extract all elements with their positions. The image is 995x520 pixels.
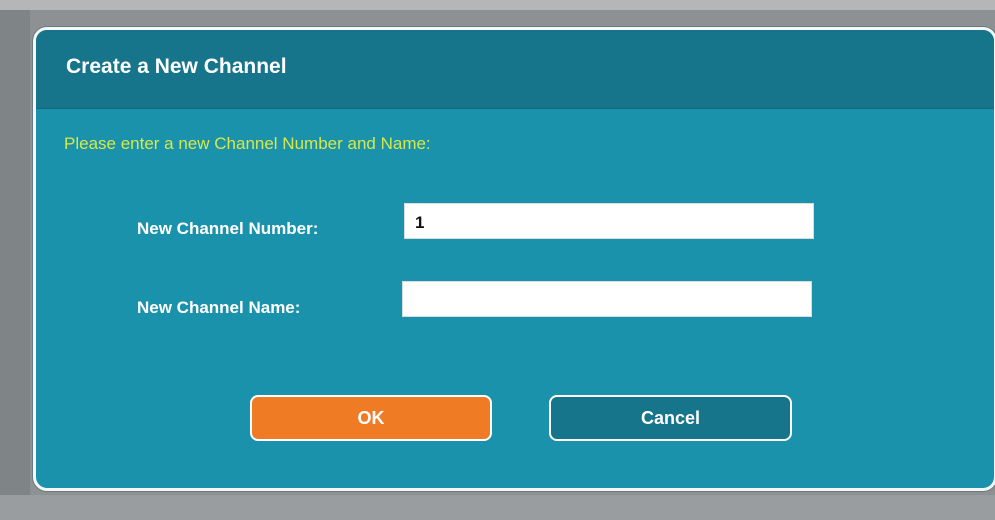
channel-number-label: New Channel Number:: [137, 219, 319, 238]
dialog-titlebar: Create a New Channel: [36, 30, 994, 109]
channel-name-label: New Channel Name:: [137, 298, 301, 317]
dialog-prompt: Please enter a new Channel Number and Na…: [64, 134, 431, 153]
backdrop-bottom-strip: [0, 495, 995, 520]
create-channel-dialog: Create a New Channel Please enter a new …: [33, 27, 995, 491]
ok-button[interactable]: OK: [250, 395, 492, 441]
backdrop-top-strip: [0, 0, 995, 10]
channel-name-input[interactable]: [402, 281, 812, 317]
channel-number-input[interactable]: [404, 203, 814, 239]
backdrop-left-panel: [0, 10, 30, 520]
dialog-title: Create a New Channel: [66, 55, 287, 78]
cancel-button[interactable]: Cancel: [549, 395, 792, 441]
